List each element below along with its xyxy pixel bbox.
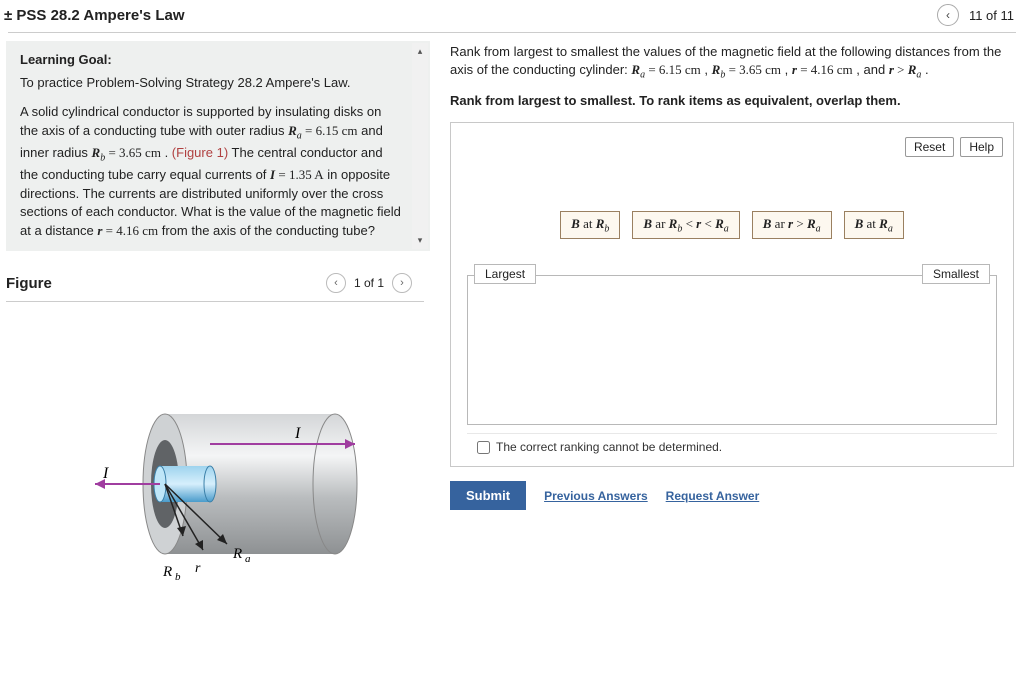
txt: , and [856,62,889,77]
figure-header: Figure ‹ 1 of 1 › [0,273,430,293]
txt: . [925,62,929,77]
largest-label: Largest [474,264,536,284]
ranking-tools: Reset Help [461,137,1003,157]
scroll-up-icon[interactable]: ▴ [418,43,423,60]
ranking-chips: B at Rb B ar Rb < r < Ra B ar r > Ra B a… [461,211,1003,240]
svg-text:I: I [102,465,109,482]
svg-text:R: R [162,564,172,580]
ranking-panel: Reset Help B at Rb B ar Rb < r < Ra B ar… [450,122,1014,468]
figure-image: I I Ra Rb r [0,302,430,690]
help-button[interactable]: Help [960,137,1003,157]
page-nav: ‹ 11 of 11 [937,4,1014,26]
cannot-determine-checkbox[interactable] [477,441,490,454]
txt: , [704,62,711,77]
right-column: Rank from largest to smallest the values… [430,33,1024,690]
figure-nav: ‹ 1 of 1 › [326,273,412,293]
figure-prev-button[interactable]: ‹ [326,273,346,293]
panel-scrollbar[interactable]: ▴ ▾ [412,43,428,249]
cannot-determine-label: The correct ranking cannot be determined… [496,440,722,454]
svg-text:I: I [294,425,301,442]
scroll-down-icon[interactable]: ▾ [418,232,423,249]
left-column: ▴ ▾ Learning Goal: To practice Problem-S… [0,33,430,690]
figure-counter: 1 of 1 [354,276,384,290]
svg-text:b: b [175,571,181,583]
page-title: ± PSS 28.2 Ampere's Law [4,7,185,24]
txt: , [785,62,792,77]
rank-chip[interactable]: B ar r > Ra [752,211,832,240]
figure-link[interactable]: (Figure 1) [172,145,228,160]
submit-button[interactable]: Submit [450,481,526,510]
rank-chip[interactable]: B at Ra [844,211,904,240]
learning-goal-text: To practice Problem-Solving Strategy 28.… [20,74,402,93]
svg-text:r: r [195,561,201,576]
svg-text:a: a [245,553,251,565]
smallest-label: Smallest [922,264,990,284]
problem-statement: A solid cylindrical conductor is support… [20,103,402,241]
figure-title: Figure [6,275,52,292]
figure-next-button[interactable]: › [392,273,412,293]
question-text: Rank from largest to smallest the values… [450,43,1018,83]
rank-chip[interactable]: B ar Rb < r < Ra [632,211,739,240]
rank-chip[interactable]: B at Rb [560,211,620,240]
action-row: Submit Previous Answers Request Answer [450,481,1018,510]
learning-goal-heading: Learning Goal: [20,51,402,70]
ranking-drop-area[interactable]: Largest Smallest [467,275,997,425]
txt: . [165,145,172,160]
cylinder-diagram-icon: I I Ra Rb r [55,386,375,606]
main-layout: ▴ ▾ Learning Goal: To practice Problem-S… [0,33,1024,690]
top-bar: ± PSS 28.2 Ampere's Law ‹ 11 of 11 [0,0,1024,32]
svg-text:R: R [232,546,242,562]
request-answer-link[interactable]: Request Answer [666,489,760,503]
ranking-instruction: Rank from largest to smallest. To rank i… [450,93,1018,108]
page-counter: 11 of 11 [969,8,1014,23]
txt: from the axis of the conducting tube? [162,223,375,238]
previous-answers-link[interactable]: Previous Answers [544,489,648,503]
prev-page-button[interactable]: ‹ [937,4,959,26]
reset-button[interactable]: Reset [905,137,954,157]
cannot-determine-row: The correct ranking cannot be determined… [467,433,997,456]
learning-goal-panel: ▴ ▾ Learning Goal: To practice Problem-S… [6,41,430,251]
